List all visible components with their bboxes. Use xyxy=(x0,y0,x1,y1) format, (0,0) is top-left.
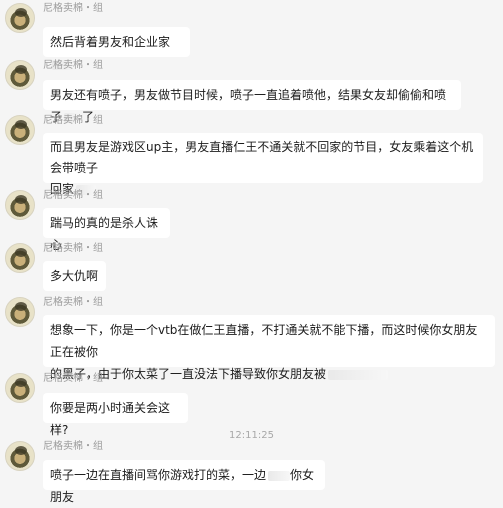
avatar[interactable] xyxy=(5,243,35,273)
sender-name: 尼格卖棉・组 xyxy=(43,115,103,126)
sender-name: 尼格卖棉・组 xyxy=(43,373,103,384)
avatar[interactable] xyxy=(5,60,35,90)
message-text: 而且男友是游戏区up主，男友直播仁王不通关就不回家的节目，女友乘着这个机会带喷子 xyxy=(50,140,474,175)
message-bubble: 你要是两小时通关会这样? xyxy=(43,393,188,437)
message-text: 多大仇啊 xyxy=(50,269,99,283)
message-text: 喷子一边在直播间骂你游戏打的菜，一边 xyxy=(50,468,267,482)
sender-name: 尼格卖棉・组 xyxy=(43,190,103,201)
sender-name: 尼格卖棉・组 xyxy=(43,297,103,308)
sender-name: 尼格卖棉・组 xyxy=(43,441,103,452)
avatar[interactable] xyxy=(5,3,35,33)
avatar[interactable] xyxy=(5,297,35,327)
avatar[interactable] xyxy=(5,190,35,220)
redacted-text xyxy=(268,470,291,481)
sender-name: 尼格卖棉・组 xyxy=(43,243,103,254)
avatar[interactable] xyxy=(5,373,35,403)
message-bubble: 想象一下，你是一个vtb在做仁王直播，不打通关就不能下播，而这时候你女朋友正在被… xyxy=(43,315,495,381)
message-bubble: 男友还有喷子，男友做节目时候，喷子一直追着喷他，结果女友却偷偷和喷子了 xyxy=(43,80,461,124)
sender-name: 尼格卖棉・组 xyxy=(43,60,103,71)
message-text: 然后背着男友和企业家 xyxy=(50,35,171,49)
message-bubble: 喷子一边在直播间骂你游戏打的菜，一边 你女朋友 xyxy=(43,460,325,504)
avatar[interactable] xyxy=(5,441,35,471)
message-text: 男友还有喷子，男友做节目时候，喷子一直追着喷他，结果女友却偷偷和喷子 xyxy=(50,88,447,124)
redacted-text xyxy=(328,369,389,380)
message-bubble: 踹马的真的是杀人诛心 xyxy=(43,208,170,252)
timestamp: 12:11:25 xyxy=(229,430,274,441)
message-text: 想象一下，你是一个vtb在做仁王直播，不打通关就不能下播，而这时候你女朋友正在被… xyxy=(50,323,478,359)
message-bubble: 而且男友是游戏区up主，男友直播仁王不通关就不回家的节目，女友乘着这个机会带喷子… xyxy=(43,133,483,196)
avatar[interactable] xyxy=(5,115,35,145)
message-bubble: 多大仇啊 xyxy=(43,261,106,291)
message-bubble: 然后背着男友和企业家 xyxy=(43,27,190,70)
sender-name: 尼格卖棉・组 xyxy=(43,3,103,14)
